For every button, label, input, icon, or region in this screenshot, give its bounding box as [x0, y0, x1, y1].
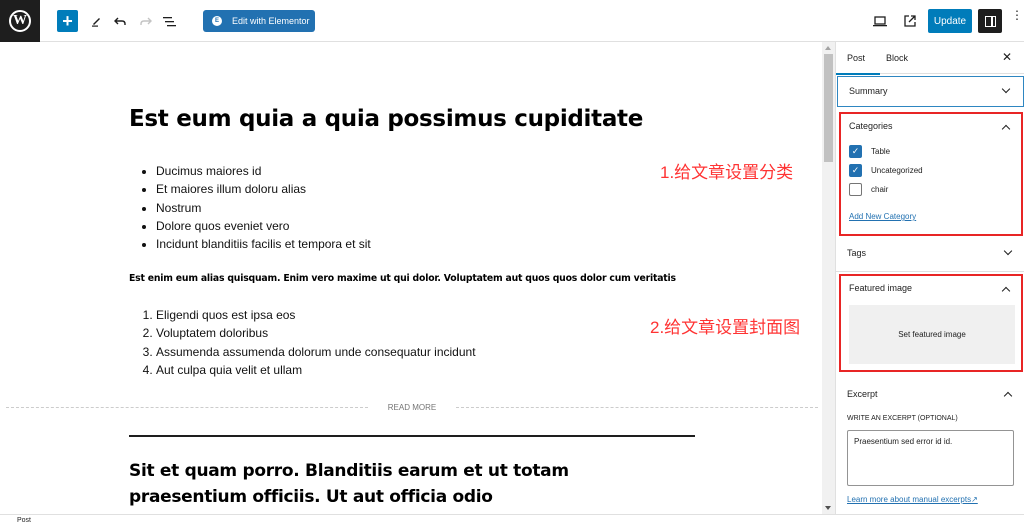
tags-title: Tags [847, 248, 867, 258]
elementor-button-label: Edit with Elementor [232, 16, 310, 26]
summary-title: Summary [849, 86, 888, 96]
external-link-icon [904, 15, 916, 27]
learn-more-excerpts-link[interactable]: Learn more about manual excerpts↗ [847, 495, 978, 504]
scroll-up-arrow-icon[interactable] [825, 46, 831, 50]
editor-scrollbar[interactable] [822, 42, 835, 514]
featured-image-panel: Featured image Set featured image [839, 274, 1023, 372]
set-featured-image-button[interactable]: Set featured image [849, 305, 1015, 364]
add-new-category-link[interactable]: Add New Category [849, 212, 916, 221]
excerpt-label: WRITE AN EXCERPT (OPTIONAL) [847, 415, 958, 422]
chevron-up-icon[interactable] [1001, 286, 1011, 296]
category-label: Uncategorized [871, 166, 923, 175]
elementor-icon: E [212, 16, 222, 26]
category-checkbox-table[interactable]: ✓ Table [849, 145, 890, 158]
heading-block[interactable]: Sit et quam porro. Blanditiis earum et u… [129, 458, 689, 510]
chevron-up-icon[interactable] [1001, 124, 1011, 134]
category-checkbox-uncategorized[interactable]: ✓ Uncategorized [849, 164, 923, 177]
annotation-set-category: 1.给文章设置分类 [660, 163, 794, 182]
checkbox-unchecked-icon[interactable] [849, 183, 862, 196]
pencil-icon [92, 18, 100, 27]
list-item: Nostrum [156, 199, 371, 217]
list-view-button[interactable] [161, 10, 177, 32]
redo-button[interactable] [137, 10, 153, 32]
checkbox-checked-icon[interactable]: ✓ [849, 164, 862, 177]
chevron-down-icon [1001, 84, 1011, 94]
list-item: Assumenda assumenda dolorum unde consequ… [156, 343, 476, 361]
tools-button[interactable] [88, 10, 104, 32]
categories-title[interactable]: Categories [849, 121, 893, 131]
list-item: Incidunt blanditiis facilis et tempora e… [156, 235, 371, 253]
featured-image-title[interactable]: Featured image [849, 283, 912, 293]
chevron-down-icon [1003, 246, 1013, 256]
scroll-down-arrow-icon[interactable] [825, 506, 831, 510]
excerpt-textarea[interactable]: Praesentium sed error id id. [847, 430, 1014, 486]
close-sidebar-icon[interactable]: ✕ [1002, 50, 1012, 64]
paragraph-block[interactable]: Est enim eum alias quisquam. Enim vero m… [129, 273, 676, 284]
excerpt-panel: Excerpt WRITE AN EXCERPT (OPTIONAL) Prae… [836, 378, 1024, 514]
bulleted-list-block[interactable]: Ducimus maiores id Et maiores illum dolo… [156, 162, 371, 253]
excerpt-title[interactable]: Excerpt [847, 389, 878, 399]
summary-panel[interactable]: Summary [837, 76, 1024, 107]
tab-block[interactable]: Block [886, 53, 908, 63]
settings-sidebar: Post Block ✕ Summary Categories ✓ Table … [835, 42, 1024, 514]
undo-icon [113, 17, 126, 25]
sidebar-tabs: Post Block ✕ [836, 42, 1024, 75]
breadcrumb-post[interactable]: Post [17, 517, 31, 524]
separator-block[interactable] [129, 435, 695, 437]
chevron-up-icon[interactable] [1003, 391, 1013, 401]
list-view-icon [162, 16, 176, 26]
list-item: Dolore quos eveniet vero [156, 217, 371, 235]
scrollbar-thumb[interactable] [824, 54, 833, 162]
checkbox-checked-icon[interactable]: ✓ [849, 145, 862, 158]
tags-panel[interactable]: Tags [836, 237, 1024, 272]
update-button[interactable]: Update [928, 9, 972, 33]
more-vertical-icon: ⋮ [1011, 8, 1023, 22]
annotation-set-featured-image: 2.给文章设置封面图 [650, 318, 801, 337]
category-label: Table [871, 147, 891, 156]
read-more-label: READ MORE [387, 402, 437, 412]
editor-canvas: Est eum quia a quia possimus cupiditate … [0, 42, 822, 514]
list-item: Ducimus maiores id [156, 162, 371, 180]
divider [6, 406, 368, 408]
sidebar-icon [984, 15, 996, 27]
redo-icon [139, 17, 152, 25]
list-item: Aut culpa quia velit et ullam [156, 361, 476, 379]
categories-panel: Categories ✓ Table ✓ Uncategorized chair… [839, 112, 1023, 236]
list-item: Et maiores illum doloru alias [156, 180, 371, 198]
list-item: Voluptatem doloribus [156, 324, 476, 342]
category-checkbox-chair[interactable]: chair [849, 183, 888, 196]
desktop-icon [873, 15, 887, 26]
preview-button[interactable] [872, 10, 888, 32]
add-block-button[interactable]: + [57, 10, 78, 32]
post-title[interactable]: Est eum quia a quia possimus cupiditate [129, 106, 643, 132]
read-more-block[interactable]: READ MORE [6, 400, 819, 414]
wordpress-logo-button[interactable]: W [0, 0, 40, 42]
edit-with-elementor-button[interactable]: E Edit with Elementor [203, 10, 315, 32]
editor-header: W + E Edit with Elementor Update ⋮ [0, 0, 1024, 42]
list-item: Eligendi quos est ipsa eos [156, 306, 476, 324]
more-options-button[interactable]: ⋮ [1011, 9, 1023, 30]
divider [456, 406, 819, 408]
block-breadcrumb-bar: Post [0, 514, 1024, 524]
undo-button[interactable] [112, 10, 128, 32]
numbered-list-block[interactable]: Eligendi quos est ipsa eos Voluptatem do… [156, 306, 476, 379]
category-label: chair [871, 185, 889, 194]
settings-toggle-button[interactable] [978, 9, 1002, 33]
tab-post[interactable]: Post [836, 53, 881, 75]
wordpress-icon: W [9, 10, 31, 32]
view-post-button[interactable] [902, 10, 918, 32]
